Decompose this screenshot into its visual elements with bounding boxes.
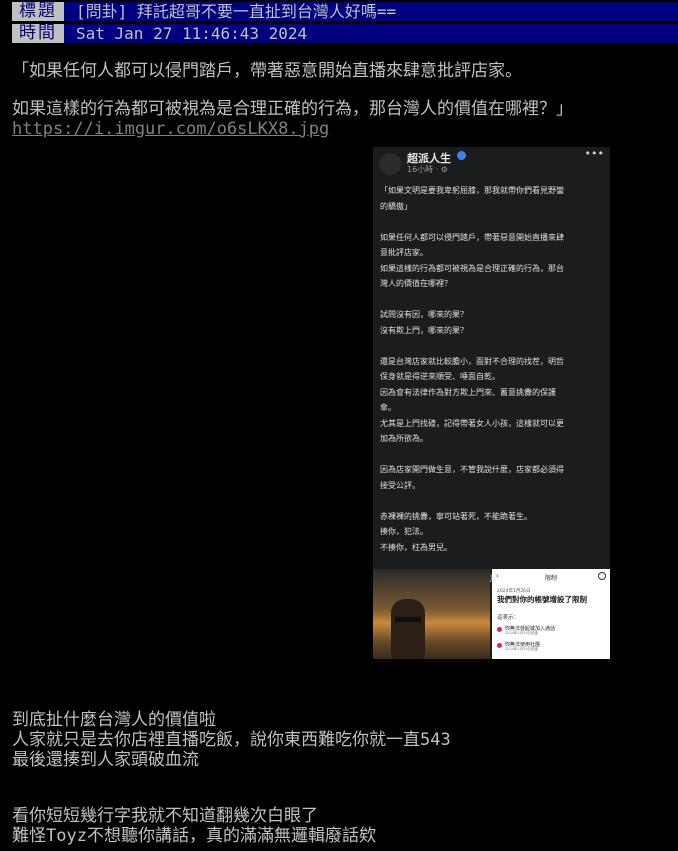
comment-line-2: 人家就只是去你店裡直播吃飯，說你東西難吃你就一直543 — [12, 730, 451, 750]
imgur-link[interactable]: https://i.imgur.com/o6sLKX8.jpg — [12, 119, 329, 140]
time-label: 時間 — [12, 24, 64, 43]
notice-header: 限制 — [544, 575, 557, 582]
post-title: [問卦] 拜託超哥不要一直扯到台灣人好嗎== — [64, 2, 678, 21]
restriction-notice: ‹ 限制 2024年1月26日 我們對你的帳號增設了限制 這表示： 你無法發起或… — [492, 569, 610, 659]
notice-subtitle: 這表示： — [497, 615, 520, 621]
embedded-post-text: 「如果文明是要我卑躬屈膝，那我就帶你們看見野蠻 的驕傲」 如果任何人都可以侵門踏… — [380, 186, 564, 583]
restriction-icon — [497, 643, 502, 648]
verified-badge-icon — [457, 151, 466, 160]
more-options-icon: ••• — [584, 147, 604, 160]
sunglasses — [395, 617, 421, 622]
notice-date: 2024年1月26日 — [497, 589, 531, 594]
title-label: 標題 — [12, 2, 64, 21]
comment-line-1: 到底扯什麼台灣人的價值啦 — [12, 710, 216, 730]
person-silhouette — [391, 599, 425, 659]
restriction-item: 你無法發起或加入通話 2024年1月29日結束 — [497, 625, 607, 637]
restriction-icon — [497, 627, 502, 632]
post-body-line-2: 如果這樣的行為都可被視為是合理正確的行為，那台灣人的價值在哪裡？」 — [12, 99, 573, 119]
info-icon — [598, 572, 606, 580]
comment-line-4: 看你短短幾行字我就不知道翻幾次白眼了 — [12, 806, 318, 826]
restriction-item: 你無法使用社團 2024年1月29日結束 — [497, 641, 607, 653]
post-body-line-1: 「如果任何人都可以侵門踏戶，帶著惡意開始直播來肆意批評店家。 — [12, 61, 522, 81]
comment-line-3: 最後還揍到人家頭破血流 — [12, 750, 199, 770]
embedded-facebook-screenshot: 超派人生 16小時 · ⚙ ••• 「如果文明是要我卑躬屈膝，那我就帶你們看見野… — [373, 147, 610, 659]
notice-title: 我們對你的帳號增設了限制 — [497, 595, 587, 604]
post-timestamp: 16小時 · ⚙ — [407, 165, 448, 174]
header-time-row: 時間 Sat Jan 27 11:46:43 2024 — [0, 22, 678, 44]
comment-line-5: 難怪Toyz不想聽你講話，真的滿滿無邏輯廢話欸 — [12, 826, 376, 846]
sunset-photo — [373, 569, 490, 659]
header-title-row: 標題 [問卦] 拜託超哥不要一直扯到台灣人好嗎== — [0, 0, 678, 22]
post-time: Sat Jan 27 11:46:43 2024 — [64, 24, 678, 43]
avatar — [379, 153, 401, 175]
